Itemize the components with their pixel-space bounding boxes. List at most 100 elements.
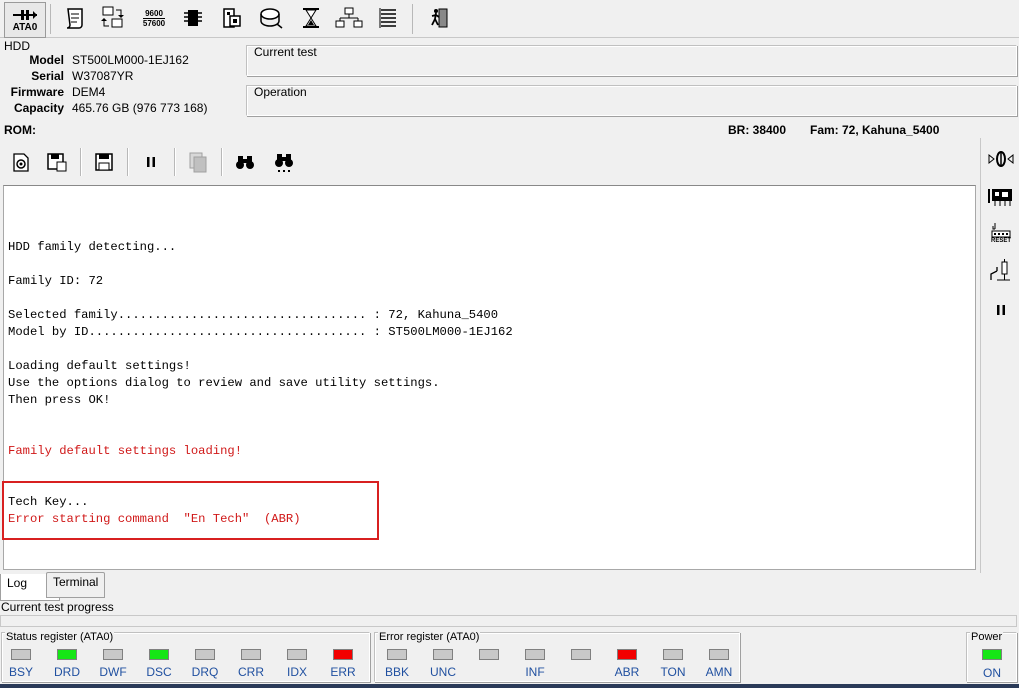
- hdd-model-key: Model: [29, 53, 64, 67]
- register-led: [149, 649, 169, 660]
- relay-button[interactable]: [986, 256, 1016, 286]
- list-button[interactable]: [373, 3, 403, 33]
- hdd-firmware-key: Firmware: [10, 85, 64, 99]
- register-led: [387, 649, 407, 660]
- ata-port-button[interactable]: ATA0: [4, 2, 46, 38]
- find-button[interactable]: [232, 149, 258, 175]
- chip-icon: [184, 10, 202, 26]
- register-led: [433, 649, 453, 660]
- transfer-button[interactable]: [98, 3, 128, 33]
- log-line: Model by ID.............................…: [8, 325, 513, 339]
- register-led: [525, 649, 545, 660]
- exit-button[interactable]: [424, 3, 454, 33]
- rom-info-row: ROM: BR: 38400 Fam: 72, Kahuna_5400: [0, 121, 1019, 139]
- register-bit-label: DRQ: [191, 665, 219, 679]
- current-test-group: Current test: [246, 45, 1017, 76]
- hdd-model-value: ST500LM000-1EJ162: [72, 53, 189, 67]
- register-bit-label: DWF: [99, 665, 127, 679]
- register-led: [617, 649, 637, 660]
- progress-bar: [0, 615, 1017, 627]
- copy-button[interactable]: [185, 149, 211, 175]
- register-bit-label: ABR: [614, 665, 640, 679]
- right-pause-button[interactable]: [986, 295, 1016, 325]
- floppy-gear-icon: [47, 153, 67, 172]
- hard-disk-icon: [260, 8, 283, 29]
- register-bit-label: AMN: [705, 665, 733, 679]
- network-icon: [335, 7, 363, 28]
- error-register-caption: Error register (ATA0): [378, 631, 481, 643]
- save-config-button[interactable]: [44, 149, 70, 175]
- power-cycle-button[interactable]: [986, 144, 1016, 174]
- load-config-button[interactable]: [8, 149, 34, 175]
- status-register-group: Status register (ATA0) BSY DRD DWF DSC DRQ CR…: [1, 631, 370, 682]
- register-led: [287, 649, 307, 660]
- board-button[interactable]: [217, 3, 247, 33]
- scroll-icon: [66, 8, 83, 29]
- register-led: [103, 649, 123, 660]
- register-bit-label: INF: [525, 665, 545, 679]
- register-led: [333, 649, 353, 660]
- script-button[interactable]: [60, 3, 90, 33]
- error-highlight-box: [2, 481, 379, 540]
- hdd-serial-key: Serial: [31, 69, 64, 83]
- binoculars-next-icon: [275, 154, 293, 172]
- log-toolbar: [0, 140, 978, 184]
- register-led: [57, 649, 77, 660]
- family-label: Fam: 72, Kahuna_5400: [810, 123, 940, 137]
- register-bit-label: TON: [660, 665, 686, 679]
- hdd-capacity-value: 465.76 GB (976 773 168): [72, 101, 208, 115]
- exit-door-icon: [431, 8, 448, 28]
- disk-button[interactable]: [256, 3, 286, 33]
- chip-button[interactable]: [178, 3, 208, 33]
- hdd-capacity-key: Capacity: [13, 101, 64, 115]
- register-bit-label: UNC: [430, 665, 456, 679]
- register-bit-label: DSC: [146, 665, 172, 679]
- register-led: [571, 649, 591, 660]
- hdd-info-panel: HDD Model ST500LM000-1EJ162 Serial W3708…: [0, 38, 244, 118]
- power-group: Power ON: [966, 631, 1017, 682]
- rom-label: ROM:: [4, 123, 36, 137]
- os-taskbar: [0, 684, 1019, 688]
- pause-button[interactable]: [138, 149, 164, 175]
- hdd-serial-value: W37087YR: [72, 69, 134, 83]
- register-bit-label: BSY: [8, 665, 33, 679]
- pause-icon: [147, 157, 155, 167]
- floppy-disk-icon: [95, 153, 113, 171]
- baud-rate-button[interactable]: 9600 57600: [139, 3, 169, 33]
- power-toggle-icon: [988, 151, 1014, 167]
- log-line: HDD family detecting...: [8, 240, 177, 254]
- tab-terminal[interactable]: Terminal: [46, 572, 106, 598]
- register-bit-label: DRD: [54, 665, 80, 679]
- power-caption: Power: [970, 631, 1004, 643]
- hourglass-button[interactable]: [296, 3, 326, 33]
- register-led: [195, 649, 215, 660]
- log-tabs: Log Terminal: [0, 571, 1019, 601]
- register-led: [479, 649, 499, 660]
- power-state-label: ON: [983, 666, 1001, 680]
- log-line: Family ID: 72: [8, 274, 104, 288]
- power-led: [982, 649, 1002, 660]
- pause-icon: [997, 305, 1005, 315]
- ata-connector-icon: [13, 9, 37, 20]
- board-connect-button[interactable]: [986, 181, 1016, 211]
- ata-port-label: ATA0: [12, 21, 38, 33]
- save-log-button[interactable]: [91, 149, 117, 175]
- network-button[interactable]: [334, 3, 364, 33]
- progress-label: Current test progress: [1, 600, 114, 614]
- log-line: Selected family.........................…: [8, 308, 499, 322]
- operation-group: Operation: [246, 85, 1017, 116]
- register-bit-label: CRR: [238, 665, 264, 679]
- baud-bottom-label: 57600: [142, 18, 166, 28]
- find-next-button[interactable]: [271, 149, 297, 175]
- hdd-model-row: Model ST500LM000-1EJ162: [0, 53, 244, 69]
- hdd-firmware-row: Firmware DEM4: [0, 85, 244, 101]
- baud-rate-label: BR: 38400: [728, 123, 787, 137]
- reset-button[interactable]: RESET: [986, 218, 1016, 248]
- hdd-capacity-row: Capacity 465.76 GB (976 773 168): [0, 101, 244, 117]
- hdd-firmware-value: DEM4: [72, 85, 106, 99]
